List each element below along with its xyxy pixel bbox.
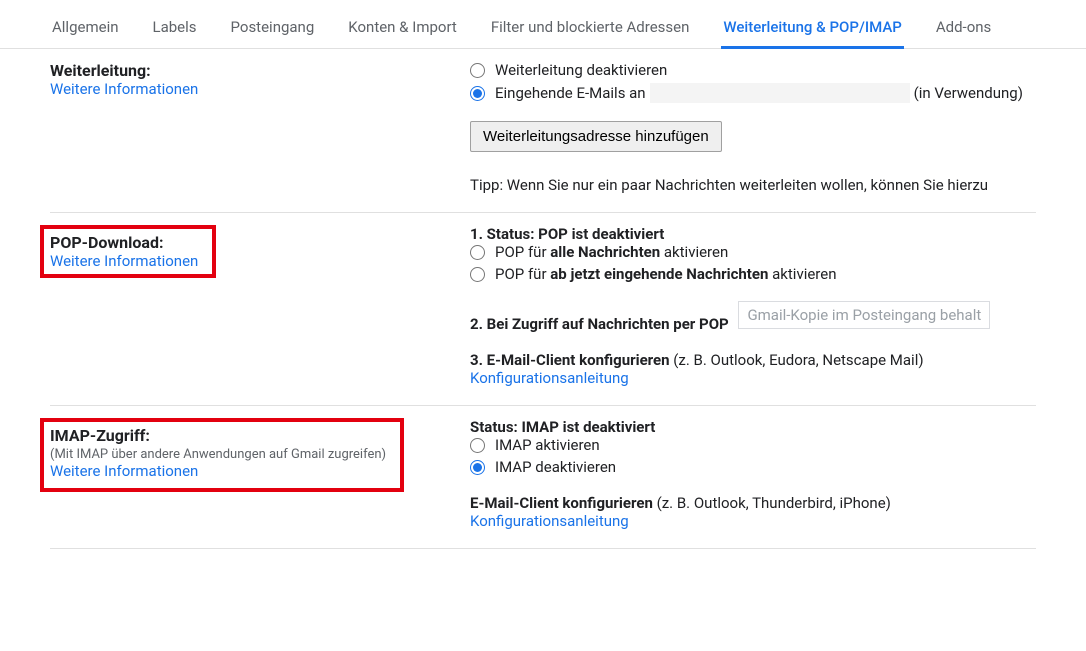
add-forwarding-address-button[interactable]: Weiterleitungsadresse hinzufügen [470, 121, 722, 152]
pop-now-radio[interactable] [470, 267, 485, 282]
tab-addons[interactable]: Add-ons [934, 10, 993, 48]
pop-config-link[interactable]: Konfigurationsanleitung [470, 369, 629, 387]
pop-all-label: POP für alle Nachrichten aktivieren [495, 243, 728, 261]
forwarding-tip: Tipp: Wenn Sie nur ein paar Nachrichten … [470, 176, 1036, 194]
forwarding-disable-label: Weiterleitung deaktivieren [495, 61, 667, 79]
pop-status-value: POP ist deaktiviert [538, 225, 664, 243]
pop-all-radio[interactable] [470, 245, 485, 260]
forwarding-enable-radio[interactable] [470, 86, 485, 101]
section-imap: IMAP-Zugriff: (Mit IMAP über andere Anwe… [50, 406, 1036, 549]
imap-client-hint: (z. B. Outlook, Thunderbird, iPhone) [653, 494, 891, 512]
pop-access-label: 2. Bei Zugriff auf Nachrichten per POP [470, 315, 729, 333]
imap-status-value: IMAP ist deaktiviert [521, 418, 655, 436]
forwarding-enable-label-prefix: Eingehende E-Mails an [495, 84, 646, 102]
tab-labels[interactable]: Labels [151, 10, 199, 48]
forwarding-more-info-link[interactable]: Weitere Informationen [50, 80, 198, 98]
forwarding-address-redacted [650, 83, 910, 103]
pop-keep-copy-select[interactable]: Gmail-Kopie im Posteingang behalt [738, 301, 990, 329]
tab-general[interactable]: Allgemein [50, 10, 121, 48]
pop-more-info-link[interactable]: Weitere Informationen [50, 252, 198, 270]
pop-title: POP-Download: [50, 233, 198, 252]
imap-more-info-link[interactable]: Weitere Informationen [50, 462, 198, 480]
highlight-pop: POP-Download: Weitere Informationen [40, 225, 216, 278]
settings-tabs: Allgemein Labels Posteingang Konten & Im… [0, 0, 1086, 49]
tab-filters-blocked[interactable]: Filter und blockierte Adressen [489, 10, 692, 48]
tab-inbox[interactable]: Posteingang [229, 10, 317, 48]
highlight-imap: IMAP-Zugriff: (Mit IMAP über andere Anwe… [40, 418, 404, 492]
tab-accounts-import[interactable]: Konten & Import [346, 10, 459, 48]
tab-forwarding-pop-imap[interactable]: Weiterleitung & POP/IMAP [721, 10, 903, 48]
pop-client-label: 3. E-Mail-Client konfigurieren [470, 351, 670, 369]
imap-subtitle: (Mit IMAP über andere Anwendungen auf Gm… [50, 447, 386, 462]
imap-config-link[interactable]: Konfigurationsanleitung [470, 512, 629, 530]
section-pop: POP-Download: Weitere Informationen 1. S… [50, 213, 1036, 406]
imap-client-label: E-Mail-Client konfigurieren [470, 494, 653, 512]
pop-status-label: 1. Status: [470, 225, 538, 243]
imap-enable-radio[interactable] [470, 438, 485, 453]
imap-enable-label: IMAP aktivieren [495, 436, 600, 454]
forwarding-enable-label-suffix: (in Verwendung) [914, 84, 1023, 102]
forwarding-title: Weiterleitung: [50, 61, 450, 80]
pop-now-label: POP für ab jetzt eingehende Nachrichten … [495, 265, 837, 283]
imap-status-label: Status: [470, 418, 521, 436]
pop-client-hint: (z. B. Outlook, Eudora, Netscape Mail) [670, 351, 924, 369]
imap-title: IMAP-Zugriff: [50, 426, 386, 445]
imap-disable-label: IMAP deaktivieren [495, 458, 616, 476]
section-forwarding: Weiterleitung: Weitere Informationen Wei… [50, 49, 1036, 213]
forwarding-disable-radio[interactable] [470, 63, 485, 78]
imap-disable-radio[interactable] [470, 460, 485, 475]
